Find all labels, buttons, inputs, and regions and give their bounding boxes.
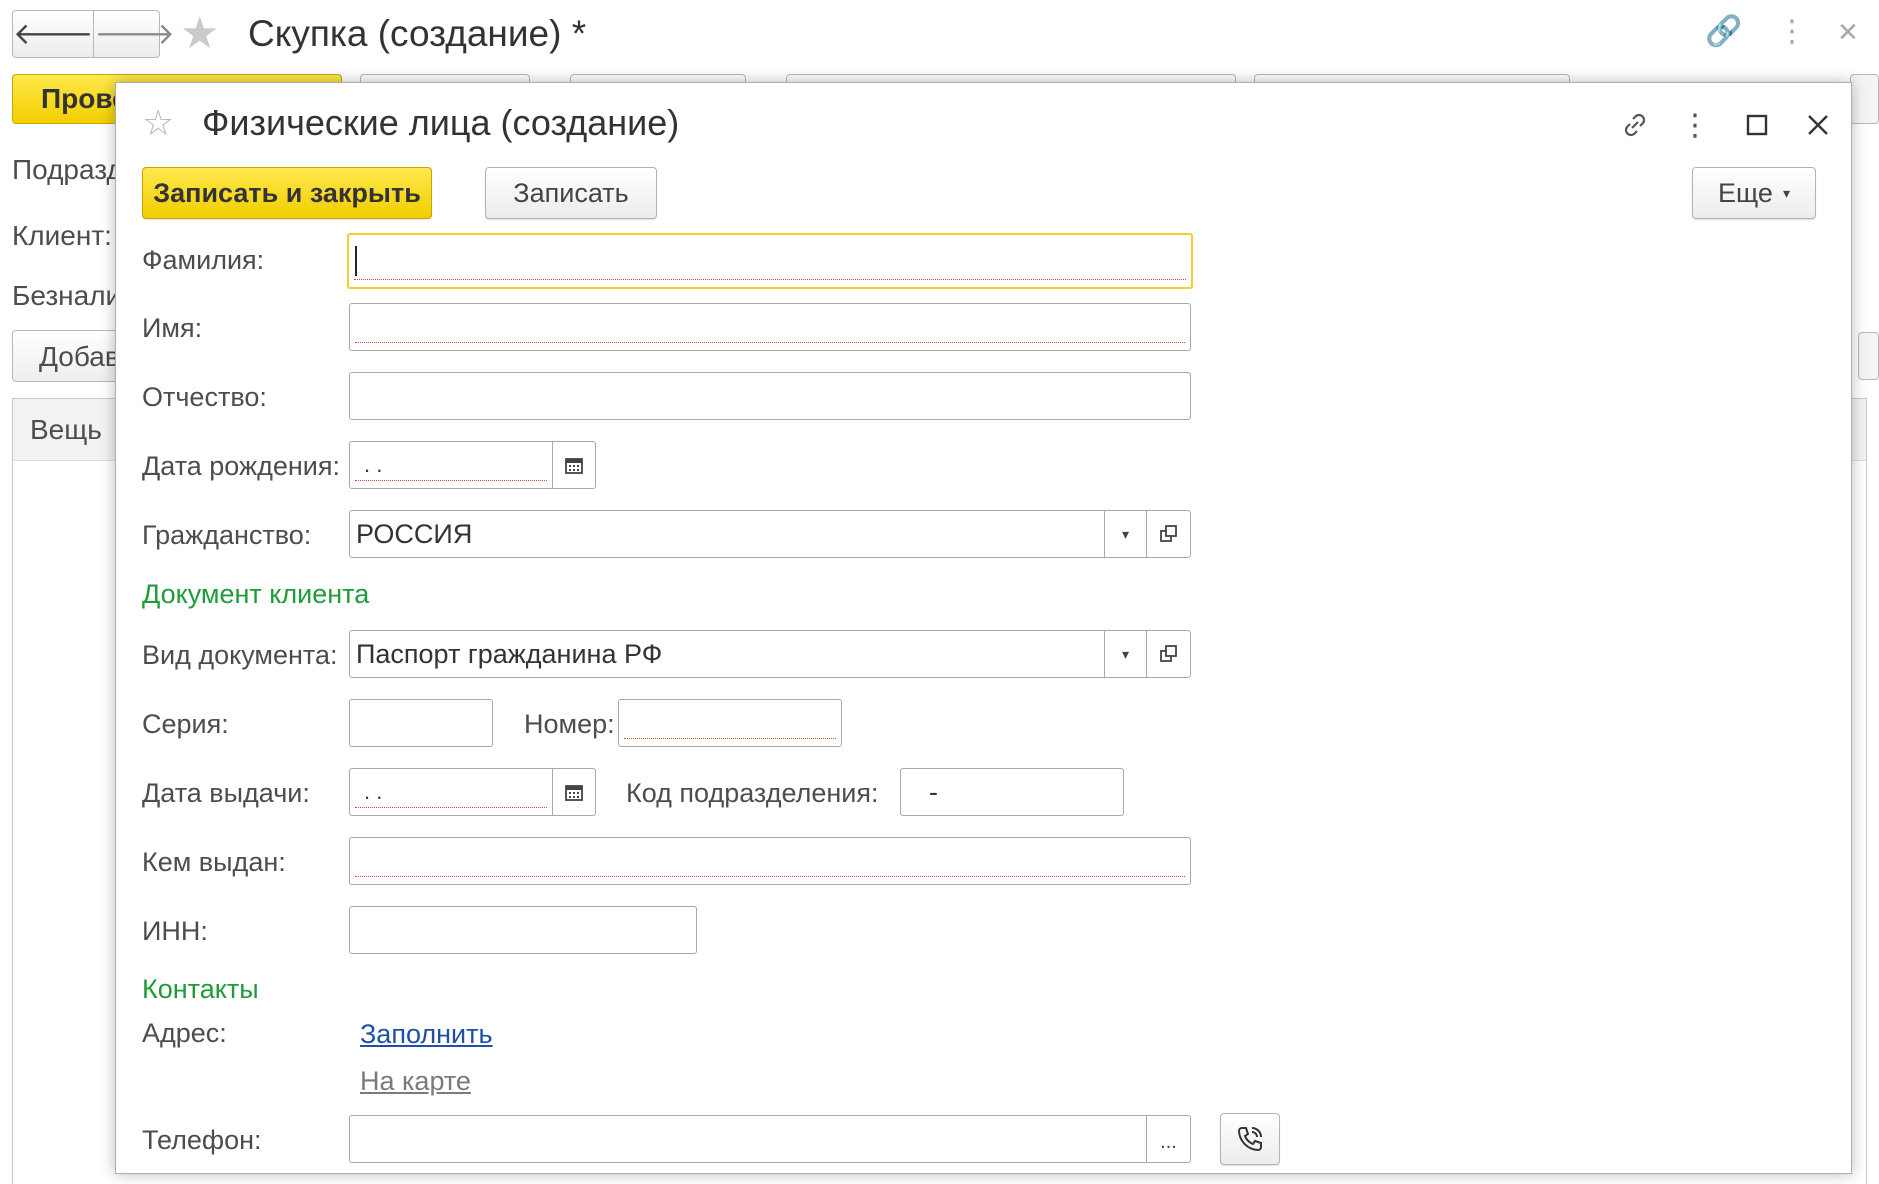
doc-type-field[interactable]: Паспорт гражданина РФ ▾ [349,630,1191,678]
inn-field[interactable] [349,906,697,954]
birthdate-calendar-button[interactable] [552,441,596,489]
issue-date-value: . . [364,779,383,804]
issue-date-label: Дата выдачи: [142,778,310,808]
more-button-label: Еще [1718,177,1773,208]
dept-code-label: Код подразделения: [626,778,879,808]
back-arrow-icon: 🡐 [13,18,94,51]
phone-field[interactable]: ... [349,1115,1191,1163]
bg-more-button[interactable] [1858,332,1879,380]
dept-code-value: - [929,776,938,807]
close-icon[interactable] [1796,103,1840,147]
window-title: Скупка (создание) * [248,13,587,54]
citizenship-label: Гражданство: [142,520,312,550]
doc-type-dropdown-button[interactable]: ▾ [1104,631,1146,677]
link-icon[interactable]: 🔗 [1705,12,1742,52]
column-header-item: Вещь [30,414,102,445]
lastname-field[interactable] [347,233,1193,289]
text-caret [355,246,357,276]
open-icon [1159,525,1177,542]
birthdate-value: . . [364,452,383,477]
maximize-icon[interactable] [1735,103,1779,147]
contacts-section-title: Контакты [142,974,259,1004]
dropdown-arrow-icon: ▾ [1121,525,1130,542]
firstname-label: Имя: [142,313,203,343]
call-button[interactable] [1220,1113,1280,1165]
issued-by-label: Кем выдан: [142,847,286,877]
series-field[interactable] [349,699,493,747]
dialog-title: Физические лица (создание) [202,102,680,143]
lastname-label: Фамилия: [142,245,265,275]
citizenship-field[interactable]: РОССИЯ ▾ [349,510,1191,558]
nav-buttons: 🡐 🡒 [12,10,175,58]
issued-by-field[interactable] [349,837,1191,885]
doc-type-open-button[interactable] [1146,631,1190,677]
phone-icon [1237,1127,1262,1152]
dropdown-arrow-icon: ▾ [1782,184,1790,201]
save-button[interactable]: Записать [485,167,657,219]
firstname-field[interactable] [349,303,1191,351]
client-label: Клиент: [12,220,112,251]
citizenship-dropdown-button[interactable]: ▾ [1104,511,1146,557]
more-vertical-icon[interactable]: ⋮ [1673,103,1717,147]
citizenship-open-button[interactable] [1146,511,1190,557]
issue-date-calendar-button[interactable] [552,768,596,816]
birthdate-label: Дата рождения: [142,451,340,481]
phone-label: Телефон: [142,1125,262,1155]
issue-date-field[interactable]: . . [349,768,553,816]
more-button[interactable]: Еще ▾ [1692,167,1816,219]
calendar-icon [565,458,583,474]
show-on-map-link[interactable]: На карте [360,1064,471,1098]
inn-label: ИНН: [142,916,208,946]
calendar-icon [565,785,583,801]
middlename-label: Отчество: [142,382,267,412]
save-and-close-button[interactable]: Записать и закрыть [142,167,432,219]
citizenship-value: РОССИЯ [356,518,473,549]
individual-create-dialog: ☆ Физические лица (создание) ⋮ Записать … [115,82,1852,1174]
dept-code-field[interactable]: - [900,768,1124,816]
number-field[interactable] [618,699,842,747]
middlename-field[interactable] [349,372,1191,420]
document-section-title: Документ клиента [142,579,370,609]
dropdown-arrow-icon: ▾ [1121,645,1130,662]
link-icon[interactable] [1613,103,1657,147]
bg-toolbar-button[interactable] [1850,74,1879,124]
doc-type-value: Паспорт гражданина РФ [356,638,663,669]
forward-button[interactable]: 🡒 [93,11,175,57]
favorite-star-icon[interactable]: ★ [180,10,219,58]
fill-address-link[interactable]: Заполнить [360,1017,493,1051]
series-label: Серия: [142,709,229,739]
number-label: Номер: [524,709,615,739]
birthdate-field[interactable]: . . [349,441,553,489]
doc-type-label: Вид документа: [142,640,338,670]
favorite-star-icon[interactable]: ☆ [142,101,174,145]
more-vertical-icon[interactable]: ⋮ [1777,12,1807,52]
address-label: Адрес: [142,1018,227,1048]
phone-select-button[interactable]: ... [1146,1116,1190,1162]
close-icon[interactable]: ✕ [1837,12,1859,52]
open-icon [1159,645,1177,662]
back-button[interactable]: 🡐 [13,11,93,57]
forward-arrow-icon: 🡒 [94,18,175,51]
